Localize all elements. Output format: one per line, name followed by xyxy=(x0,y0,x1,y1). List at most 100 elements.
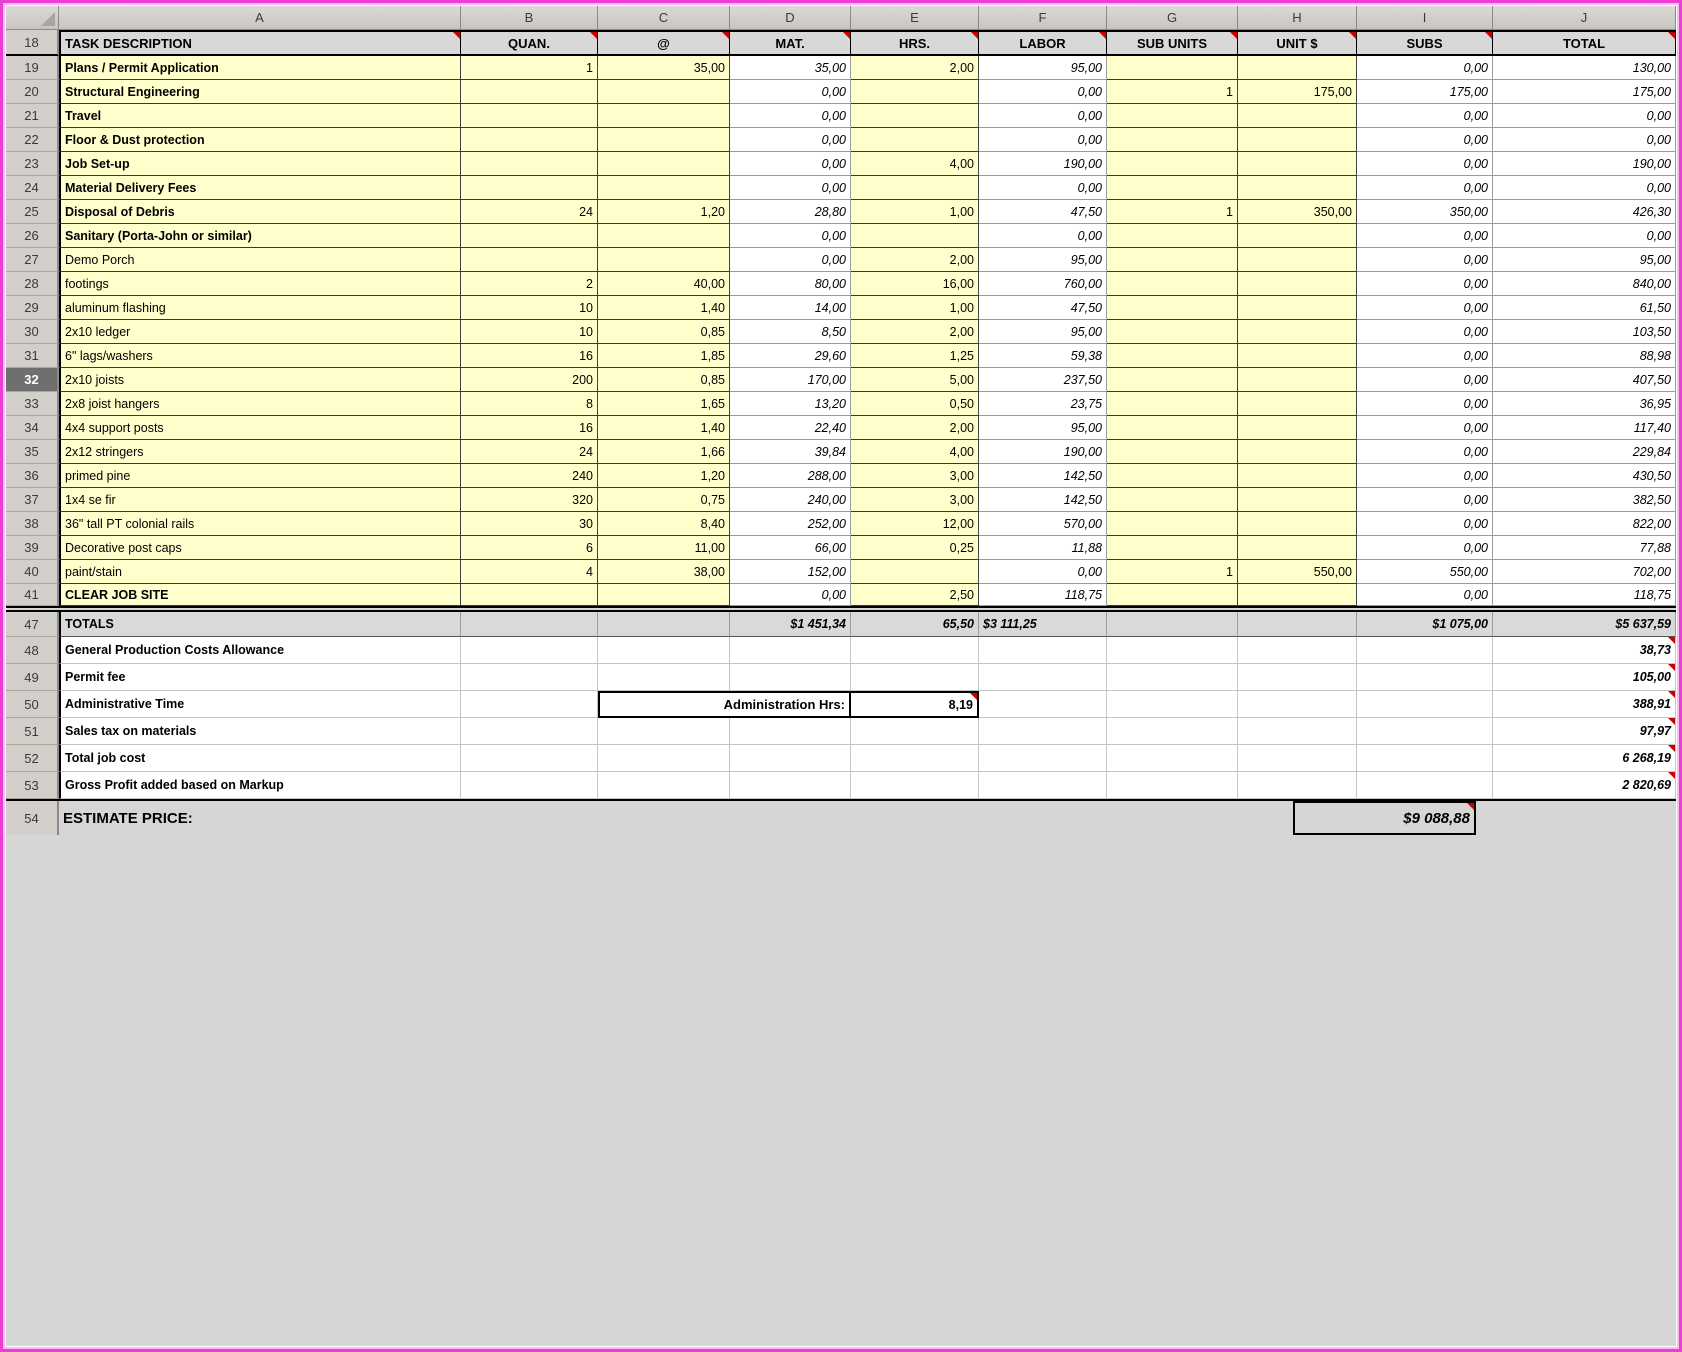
cell-subunits[interactable] xyxy=(1107,320,1238,344)
cell-total[interactable]: 118,75 xyxy=(1493,584,1676,606)
cell-total[interactable]: 822,00 xyxy=(1493,512,1676,536)
cell-labor[interactable]: 570,00 xyxy=(979,512,1107,536)
cell[interactable] xyxy=(851,637,979,664)
cell-subunits[interactable]: 1 xyxy=(1107,200,1238,224)
cell-labor[interactable]: 0,00 xyxy=(979,128,1107,152)
cell[interactable] xyxy=(1238,691,1357,718)
cell-quan[interactable] xyxy=(461,128,598,152)
cell-quan[interactable]: 200 xyxy=(461,368,598,392)
cell-subs[interactable]: 0,00 xyxy=(1357,224,1493,248)
cell[interactable] xyxy=(1107,664,1238,691)
cell-quan[interactable]: 2 xyxy=(461,272,598,296)
cell-labor[interactable]: 0,00 xyxy=(979,104,1107,128)
cell[interactable] xyxy=(1238,718,1357,745)
cell-units[interactable]: 550,00 xyxy=(1238,560,1357,584)
cell-labor[interactable]: 23,75 xyxy=(979,392,1107,416)
cell-quan[interactable]: 10 xyxy=(461,320,598,344)
row-number[interactable]: 20 xyxy=(6,80,59,104)
cell-task-description[interactable]: CLEAR JOB SITE xyxy=(59,584,461,606)
cell-mat[interactable]: 35,00 xyxy=(730,56,851,80)
cell-hrs[interactable]: 0,25 xyxy=(851,536,979,560)
cell-units[interactable]: 175,00 xyxy=(1238,80,1357,104)
cell-hrs[interactable] xyxy=(851,224,979,248)
cell[interactable] xyxy=(979,637,1107,664)
cell-total[interactable]: 0,00 xyxy=(1493,176,1676,200)
cell[interactable] xyxy=(598,637,730,664)
cell-subunits[interactable] xyxy=(1107,368,1238,392)
cell-at[interactable]: 38,00 xyxy=(598,560,730,584)
estimate-price-value[interactable]: $9 088,88 xyxy=(1293,801,1476,835)
row-number[interactable]: 29 xyxy=(6,296,59,320)
cell-mat[interactable]: 0,00 xyxy=(730,584,851,606)
cell-at[interactable] xyxy=(598,176,730,200)
cell-subs[interactable]: 0,00 xyxy=(1357,416,1493,440)
cell-task-description[interactable]: primed pine xyxy=(59,464,461,488)
cell-at[interactable]: 11,00 xyxy=(598,536,730,560)
cell-subunits[interactable] xyxy=(1107,128,1238,152)
cell-hrs[interactable] xyxy=(851,80,979,104)
cell-at[interactable]: 0,85 xyxy=(598,320,730,344)
row-number[interactable]: 19 xyxy=(6,56,59,80)
cell-labor[interactable]: 0,00 xyxy=(979,80,1107,104)
cell-at[interactable]: 35,00 xyxy=(598,56,730,80)
cell-quan[interactable] xyxy=(461,104,598,128)
cell-labor[interactable]: 190,00 xyxy=(979,152,1107,176)
column-header-hrs-[interactable]: HRS. xyxy=(851,30,979,56)
column-header-E[interactable]: E xyxy=(851,6,979,29)
cell[interactable] xyxy=(461,772,598,799)
cell-labor[interactable]: 0,00 xyxy=(979,560,1107,584)
cell-units[interactable]: 350,00 xyxy=(1238,200,1357,224)
row-number[interactable]: 53 xyxy=(6,772,59,799)
cell[interactable] xyxy=(851,664,979,691)
cell-hrs[interactable]: 12,00 xyxy=(851,512,979,536)
row-number[interactable]: 54 xyxy=(6,801,59,835)
cell-task-description[interactable]: footings xyxy=(59,272,461,296)
cell-subunits[interactable]: 1 xyxy=(1107,80,1238,104)
cell-labor[interactable]: 0,00 xyxy=(979,176,1107,200)
cell-labor[interactable]: 0,00 xyxy=(979,224,1107,248)
cell-hrs[interactable]: 3,00 xyxy=(851,488,979,512)
cell-mat[interactable]: 0,00 xyxy=(730,80,851,104)
cell-mat[interactable]: 288,00 xyxy=(730,464,851,488)
cell-task-description[interactable]: 2x8 joist hangers xyxy=(59,392,461,416)
cell-total[interactable]: 426,30 xyxy=(1493,200,1676,224)
cell-total[interactable]: 0,00 xyxy=(1493,104,1676,128)
row-number[interactable]: 23 xyxy=(6,152,59,176)
cell-labor[interactable]: 59,38 xyxy=(979,344,1107,368)
cell-task-description[interactable]: 2x10 joists xyxy=(59,368,461,392)
row-number[interactable]: 36 xyxy=(6,464,59,488)
cell-total[interactable]: 407,50 xyxy=(1493,368,1676,392)
cell-mat[interactable]: 0,00 xyxy=(730,224,851,248)
cell-subs[interactable]: 0,00 xyxy=(1357,512,1493,536)
cell-units[interactable] xyxy=(1238,320,1357,344)
cell-labor[interactable]: 118,75 xyxy=(979,584,1107,606)
cell-quan[interactable] xyxy=(461,176,598,200)
cell-total[interactable]: 95,00 xyxy=(1493,248,1676,272)
cell-total[interactable]: 0,00 xyxy=(1493,224,1676,248)
cell-at[interactable]: 1,20 xyxy=(598,464,730,488)
cell[interactable] xyxy=(598,772,730,799)
cell-quan[interactable]: 240 xyxy=(461,464,598,488)
cell-units[interactable] xyxy=(1238,176,1357,200)
cell-at[interactable] xyxy=(598,584,730,606)
row-number[interactable]: 28 xyxy=(6,272,59,296)
cell-task-description[interactable]: Floor & Dust protection xyxy=(59,128,461,152)
row-number[interactable]: 37 xyxy=(6,488,59,512)
column-header-total[interactable]: TOTAL xyxy=(1493,30,1676,56)
cell-total[interactable]: 702,00 xyxy=(1493,560,1676,584)
cell-hrs[interactable]: 2,00 xyxy=(851,56,979,80)
cell-quan[interactable]: 8 xyxy=(461,392,598,416)
cell-labor[interactable]: 11,88 xyxy=(979,536,1107,560)
cell-units[interactable] xyxy=(1238,248,1357,272)
cell[interactable] xyxy=(598,745,730,772)
cell-subunits[interactable] xyxy=(1107,248,1238,272)
cell[interactable] xyxy=(461,745,598,772)
cell-at[interactable] xyxy=(598,80,730,104)
cell[interactable] xyxy=(979,745,1107,772)
row-number[interactable]: 30 xyxy=(6,320,59,344)
row-number[interactable]: 40 xyxy=(6,560,59,584)
cell[interactable] xyxy=(979,664,1107,691)
cell-total[interactable]: 430,50 xyxy=(1493,464,1676,488)
cell[interactable] xyxy=(598,718,730,745)
row-number[interactable]: 48 xyxy=(6,637,59,664)
